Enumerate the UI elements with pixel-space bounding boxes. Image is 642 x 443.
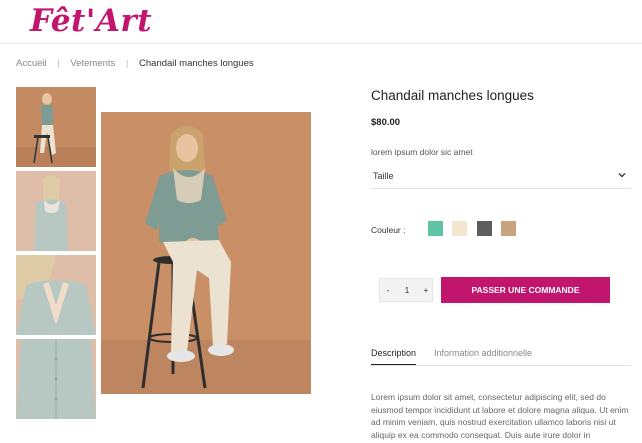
tab-description[interactable]: Description bbox=[371, 348, 417, 365]
product-subtitle: lorem ipsum dolor sic amet bbox=[371, 147, 473, 157]
breadcrumb: Accueil | Vetements | Chandail manches l… bbox=[16, 58, 254, 69]
color-swatch-tan[interactable] bbox=[501, 221, 516, 236]
quantity-increase-button[interactable]: + bbox=[421, 286, 431, 295]
site-logo[interactable]: Fêt'Art bbox=[30, 3, 152, 39]
size-select[interactable]: Taille bbox=[371, 165, 631, 189]
tab-additional-info[interactable]: Information additionnelle bbox=[434, 348, 532, 358]
color-swatch-gray[interactable] bbox=[477, 221, 492, 236]
breadcrumb-home[interactable]: Accueil bbox=[16, 58, 47, 69]
color-label: Couleur : bbox=[371, 225, 406, 235]
main-product-image[interactable] bbox=[101, 112, 311, 394]
breadcrumb-category[interactable]: Vetements bbox=[70, 58, 115, 69]
breadcrumb-current: Chandail manches longues bbox=[139, 58, 254, 69]
product-tabs: Description Information additionnelle bbox=[371, 346, 631, 366]
breadcrumb-separator: | bbox=[125, 58, 129, 69]
thumbnail-closeup-sweater[interactable] bbox=[16, 339, 96, 419]
color-swatch-green[interactable] bbox=[428, 221, 443, 236]
thumbnail-full-body[interactable] bbox=[16, 87, 96, 167]
thumbnail-closeup-scarf[interactable] bbox=[16, 255, 96, 335]
quantity-decrease-button[interactable]: - bbox=[383, 286, 393, 295]
color-swatch-cream[interactable] bbox=[452, 221, 467, 236]
product-price: $80.00 bbox=[371, 117, 401, 128]
site-header: Fêt'Art bbox=[0, 0, 642, 44]
chevron-down-icon bbox=[617, 170, 627, 180]
quantity-value[interactable]: 1 bbox=[398, 286, 416, 295]
order-button[interactable]: PASSER UNE COMMANDE bbox=[441, 277, 610, 303]
breadcrumb-separator: | bbox=[57, 58, 60, 69]
product-title: Chandail manches longues bbox=[371, 88, 534, 103]
product-description: Lorem ipsum dolor sit amet, consectetur … bbox=[371, 392, 629, 440]
thumbnail-upper-body[interactable] bbox=[16, 171, 96, 251]
quantity-stepper: - 1 + bbox=[379, 278, 433, 302]
size-select-value: Taille bbox=[373, 171, 394, 181]
